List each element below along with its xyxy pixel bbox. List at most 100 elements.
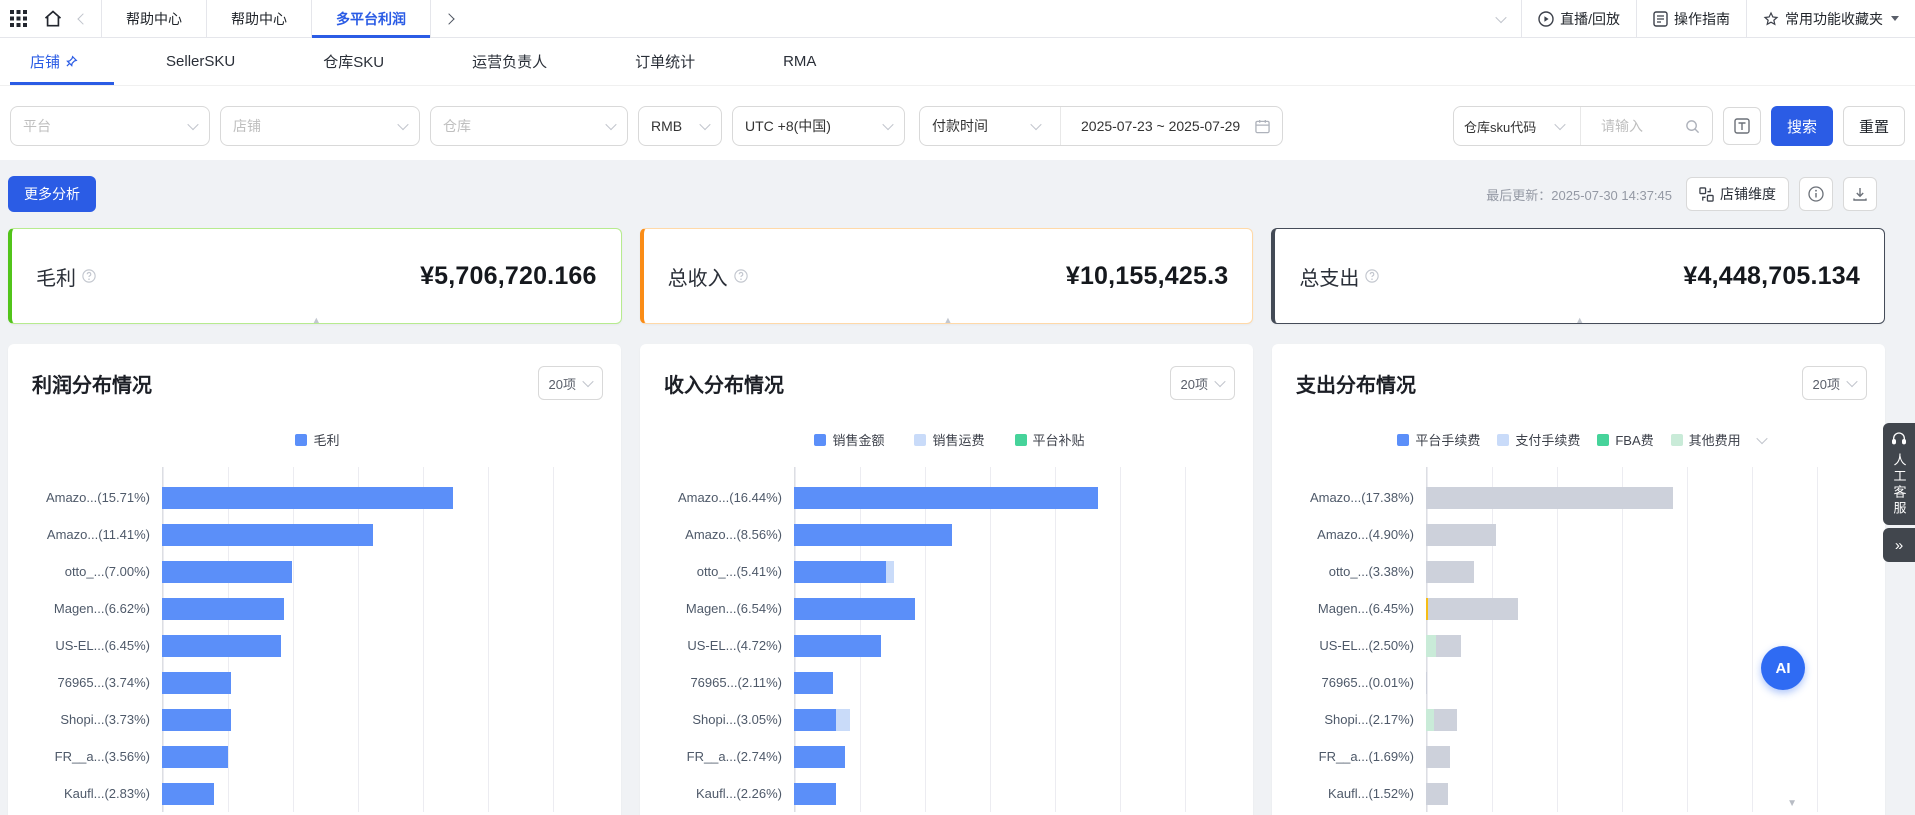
currency-select[interactable]: RMB — [638, 106, 722, 146]
bar[interactable] — [162, 561, 292, 583]
bar[interactable] — [1426, 783, 1448, 805]
bar[interactable] — [1426, 635, 1461, 657]
nav-item-仓库SKU[interactable]: 仓库SKU — [323, 51, 384, 72]
question-circle-icon[interactable] — [82, 269, 96, 283]
bar[interactable] — [794, 746, 845, 768]
warehouse-select[interactable]: 仓库 — [430, 106, 628, 146]
nav-item-SellerSKU[interactable]: SellerSKU — [166, 53, 235, 70]
legend-scroll-down-icon[interactable]: ▼ — [1787, 798, 1797, 809]
bar[interactable] — [162, 598, 284, 620]
legend-item-平台补贴[interactable]: 平台补贴 — [1015, 430, 1085, 449]
timezone-select[interactable]: UTC +8(中国) — [732, 106, 905, 146]
bar[interactable] — [1426, 672, 1427, 694]
bar[interactable] — [162, 783, 214, 805]
guide-button[interactable]: 操作指南 — [1636, 0, 1746, 38]
bar[interactable] — [794, 487, 1098, 509]
card-expand-handle[interactable]: ▲ — [1575, 316, 1584, 325]
item-count-select[interactable]: 20项 — [538, 366, 603, 400]
legend-more-icon[interactable] — [1756, 432, 1767, 443]
download-button[interactable] — [1843, 177, 1877, 211]
legend-item-毛利[interactable]: 毛利 — [295, 430, 339, 449]
question-circle-icon[interactable] — [1365, 269, 1379, 283]
bar[interactable] — [1426, 487, 1673, 509]
tab-scroll-right-icon[interactable] — [431, 15, 467, 23]
bar[interactable] — [1426, 746, 1450, 768]
dimension-switch-button[interactable]: 店铺维度 — [1686, 177, 1789, 211]
bar[interactable] — [162, 635, 281, 657]
kpi-card-1: 毛利¥5,706,720.166▲ — [8, 228, 622, 324]
workspace-tab-2[interactable]: 帮助中心 — [207, 0, 312, 38]
info-button[interactable] — [1799, 177, 1833, 211]
sku-type-select[interactable]: 仓库sku代码 — [1454, 107, 1572, 145]
bar[interactable] — [1426, 598, 1518, 620]
legend-item-销售金额[interactable]: 销售金额 — [814, 430, 884, 449]
apps-grid-icon[interactable] — [10, 10, 27, 27]
keyword-input[interactable]: 请输入 — [1589, 107, 1712, 145]
category-label: Kaufl...(1.52%) — [1296, 786, 1426, 801]
chart-row: FR__a...(2.74%) — [664, 738, 1235, 775]
workspace-tab-3[interactable]: 多平台利润 — [312, 0, 431, 38]
category-label: Amazo...(17.38%) — [1296, 490, 1426, 505]
time-type-select[interactable]: 付款时间 — [920, 107, 1052, 145]
tab-scroll-left-icon[interactable] — [77, 13, 88, 24]
bar[interactable] — [794, 524, 952, 546]
legend-item-销售运费[interactable]: 销售运费 — [914, 430, 984, 449]
search-button[interactable]: 搜索 — [1771, 106, 1833, 146]
favorites-button[interactable]: 常用功能收藏夹 — [1746, 0, 1915, 38]
collapse-widget-button[interactable]: » — [1883, 528, 1915, 562]
legend-item-平台手续费[interactable]: 平台手续费 — [1397, 430, 1480, 449]
category-label: Amazo...(11.41%) — [32, 527, 162, 542]
category-label: Kaufl...(2.83%) — [32, 786, 162, 801]
bar-segment-其他 — [1426, 783, 1448, 805]
card-expand-handle[interactable]: ▲ — [312, 316, 321, 325]
platform-select[interactable]: 平台 — [10, 106, 210, 146]
card-expand-handle[interactable]: ▲ — [944, 316, 953, 325]
reset-button[interactable]: 重置 — [1843, 106, 1905, 146]
legend-item-其他费用[interactable]: 其他费用 — [1671, 430, 1741, 449]
bar[interactable] — [1426, 709, 1457, 731]
customer-service-widget: 人工客服 » — [1883, 423, 1915, 562]
bar-segment-毛利 — [162, 709, 231, 731]
shop-select[interactable]: 店铺 — [220, 106, 420, 146]
bar[interactable] — [794, 598, 915, 620]
bar[interactable] — [794, 561, 894, 583]
ai-assistant-button[interactable]: AI — [1761, 646, 1805, 690]
live-replay-button[interactable]: 直播/回放 — [1521, 0, 1636, 38]
customer-service-button[interactable]: 人工客服 — [1883, 423, 1915, 525]
workspace-tab-1[interactable]: 帮助中心 — [102, 0, 207, 38]
bar[interactable] — [794, 709, 850, 731]
bar[interactable] — [162, 746, 228, 768]
nav-item-运营负责人[interactable]: 运营负责人 — [472, 51, 547, 72]
home-icon[interactable] — [43, 9, 63, 29]
nav-item-店铺[interactable]: 店铺 — [30, 51, 78, 72]
last-update-text: 最后更新：2025-07-30 14:37:45 — [1486, 185, 1672, 204]
item-count-select[interactable]: 20项 — [1170, 366, 1235, 400]
panel-header: 利润分布情况20项 — [32, 366, 603, 400]
collapse-toolbar-button[interactable] — [1481, 0, 1521, 38]
more-analysis-button[interactable]: 更多分析 — [8, 176, 96, 212]
date-range-picker[interactable]: 2025-07-23 ~ 2025-07-29 — [1069, 107, 1282, 145]
nav-item-订单统计[interactable]: 订单统计 — [635, 51, 695, 72]
bar[interactable] — [794, 635, 881, 657]
bar[interactable] — [162, 524, 373, 546]
bar[interactable] — [794, 672, 833, 694]
bar[interactable] — [794, 783, 836, 805]
bar[interactable] — [162, 672, 231, 694]
chevron-down-icon — [582, 376, 593, 387]
item-count-select[interactable]: 20项 — [1802, 366, 1867, 400]
nav-item-RMA[interactable]: RMA — [783, 53, 816, 70]
star-icon — [1763, 11, 1779, 27]
dimension-icon — [1699, 187, 1714, 202]
bar-segment-销售运费 — [836, 709, 850, 731]
chevron-down-icon — [1030, 119, 1041, 130]
bar[interactable] — [1426, 561, 1474, 583]
bar[interactable] — [162, 487, 453, 509]
batch-input-button[interactable] — [1723, 107, 1761, 145]
category-label: 76965...(0.01%) — [1296, 675, 1426, 690]
question-circle-icon[interactable] — [734, 269, 748, 283]
legend-item-支付手续费[interactable]: 支付手续费 — [1497, 430, 1580, 449]
bar[interactable] — [162, 709, 231, 731]
bar-segment-毛利 — [162, 524, 373, 546]
legend-item-FBA费[interactable]: FBA费 — [1597, 430, 1653, 449]
bar[interactable] — [1426, 524, 1496, 546]
